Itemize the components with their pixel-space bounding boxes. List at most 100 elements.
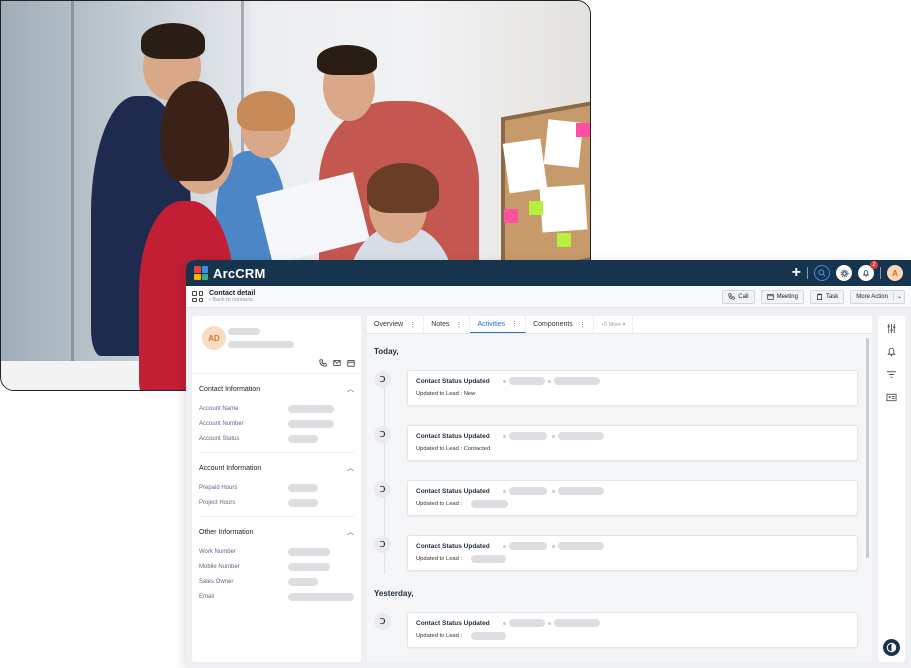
tab-notes[interactable]: Notes ⋮ [424, 316, 471, 333]
contact-sidebar: AD Contact Information ︿ Account Name Ac… [192, 316, 361, 662]
calendar-icon [766, 294, 774, 300]
field-account-number: Account Number [199, 416, 354, 431]
value-placeholder [288, 547, 330, 556]
meta-placeholder [554, 377, 600, 385]
activity-card[interactable]: Contact Status Updated Updated to Lead : [407, 535, 858, 571]
divider [880, 267, 881, 279]
value-placeholder [471, 555, 506, 563]
kebab-icon[interactable]: ⋮ [579, 321, 586, 329]
page-title: Contact detail [209, 289, 256, 297]
chevron-up-icon[interactable]: ︿ [347, 527, 354, 537]
scrollbar[interactable] [866, 338, 869, 558]
filter-icon[interactable] [886, 369, 897, 380]
bell-icon[interactable] [886, 346, 897, 357]
activity-card[interactable]: Contact Status Updated Updated to Lead :… [407, 370, 858, 406]
activity-card[interactable]: Contact Status Updated Updated to Lead : [407, 612, 858, 648]
clipboard-icon [816, 293, 822, 300]
activity-type-icon: Ↄ [374, 481, 391, 498]
call-button[interactable]: Call [722, 289, 755, 304]
activity-card[interactable]: Contact Status Updated Updated to Lead :… [407, 425, 858, 461]
contact-profile: AD [192, 316, 361, 374]
chevron-down-icon[interactable]: ⌄ [892, 293, 902, 300]
phone-icon[interactable] [319, 359, 327, 367]
value-placeholder [288, 592, 354, 601]
kebab-icon[interactable]: ⋮ [511, 320, 518, 328]
separator-dot [503, 380, 506, 383]
activity-type-icon: Ↄ [374, 536, 391, 553]
gear-icon [840, 269, 848, 277]
settings-button[interactable] [836, 265, 852, 281]
right-toolbar [878, 316, 905, 662]
account-information-section: Account Information ︿ Prepaid Hours Proj… [192, 461, 361, 510]
crm-window: ArcCRM + 2 A Contact detail ‹ Back to co… [186, 260, 911, 668]
field-email: Email [199, 589, 354, 604]
value-placeholder [288, 434, 318, 443]
tab-more[interactable]: +5 More ▾ [594, 316, 634, 333]
separator-dot [552, 490, 555, 493]
activity-type-icon: Ↄ [374, 426, 391, 443]
contact-avatar: AD [202, 326, 226, 350]
bell-icon [862, 270, 870, 277]
value-placeholder [288, 498, 318, 507]
kebab-icon[interactable]: ⋮ [409, 321, 416, 329]
section-header[interactable]: Other Information ︿ [199, 525, 354, 539]
calendar-icon[interactable] [347, 359, 355, 367]
section-header[interactable]: Account Information ︿ [199, 461, 354, 475]
task-button[interactable]: Task [809, 289, 845, 304]
meeting-button[interactable]: Meeting [760, 289, 804, 304]
field-mobile-number: Mobile Number [199, 559, 354, 574]
field-prepaid-hours: Prepaid Hours [199, 480, 354, 495]
activity-panel: Overview ⋮ Notes ⋮ Activities ⋮ Components ⋮… [367, 316, 872, 662]
divider [807, 267, 808, 279]
separator-dot [552, 545, 555, 548]
meta-placeholder [509, 432, 547, 440]
id-card-icon[interactable] [886, 392, 897, 403]
contact-name-placeholder [228, 328, 260, 335]
meta-placeholder [558, 487, 604, 495]
tab-overview[interactable]: Overview ⋮ [367, 316, 425, 333]
tab-components[interactable]: Components ⋮ [526, 316, 594, 333]
theme-toggle-button[interactable] [883, 639, 900, 656]
separator-dot [548, 380, 551, 383]
sliders-icon[interactable] [886, 323, 897, 334]
brand-name: ArcCRM [213, 265, 266, 281]
divider [199, 516, 354, 517]
activity-type-icon: Ↄ [374, 613, 391, 630]
top-navbar: ArcCRM + 2 A [186, 260, 911, 286]
chevron-up-icon[interactable]: ︿ [347, 384, 354, 394]
field-work-number: Work Number [199, 544, 354, 559]
value-placeholder [288, 577, 318, 586]
tab-bar: Overview ⋮ Notes ⋮ Activities ⋮ Components ⋮… [367, 316, 872, 334]
meta-placeholder [509, 619, 545, 627]
mail-icon[interactable] [333, 359, 341, 367]
tab-activities[interactable]: Activities ⋮ [470, 316, 527, 333]
contact-subtitle-placeholder [228, 341, 294, 348]
separator-dot [503, 622, 506, 625]
activity-card[interactable]: Contact Status Updated Updated to Lead : [407, 480, 858, 516]
user-avatar[interactable]: A [887, 265, 903, 281]
arccrm-logo-icon [194, 266, 208, 280]
contrast-icon [886, 642, 897, 653]
page-header: Contact detail ‹ Back to contacts Call M… [186, 286, 911, 308]
chevron-up-icon[interactable]: ︿ [347, 463, 354, 473]
search-button[interactable] [814, 265, 830, 281]
group-yesterday-label: Yesterday, [374, 589, 414, 598]
apps-grid-icon[interactable] [192, 291, 203, 302]
separator-dot [548, 622, 551, 625]
notifications-button[interactable]: 2 [858, 261, 878, 281]
meta-placeholder [509, 542, 547, 550]
kebab-icon[interactable]: ⋮ [455, 321, 462, 329]
value-placeholder [288, 404, 334, 413]
add-icon[interactable]: + [792, 265, 801, 281]
value-placeholder [288, 562, 330, 571]
meta-placeholder [509, 377, 545, 385]
value-placeholder [471, 632, 506, 640]
more-action-button[interactable]: More Action ⌄ [850, 289, 905, 304]
field-sales-owner: Sales Owner [199, 574, 354, 589]
section-header[interactable]: Contact Information ︿ [199, 382, 354, 396]
back-to-contacts-link[interactable]: ‹ Back to contacts [209, 297, 255, 304]
group-today-label: Today, [374, 347, 399, 356]
separator-dot [503, 545, 506, 548]
meta-placeholder [558, 542, 604, 550]
other-information-section: Other Information ︿ Work Number Mobile N… [192, 525, 361, 604]
